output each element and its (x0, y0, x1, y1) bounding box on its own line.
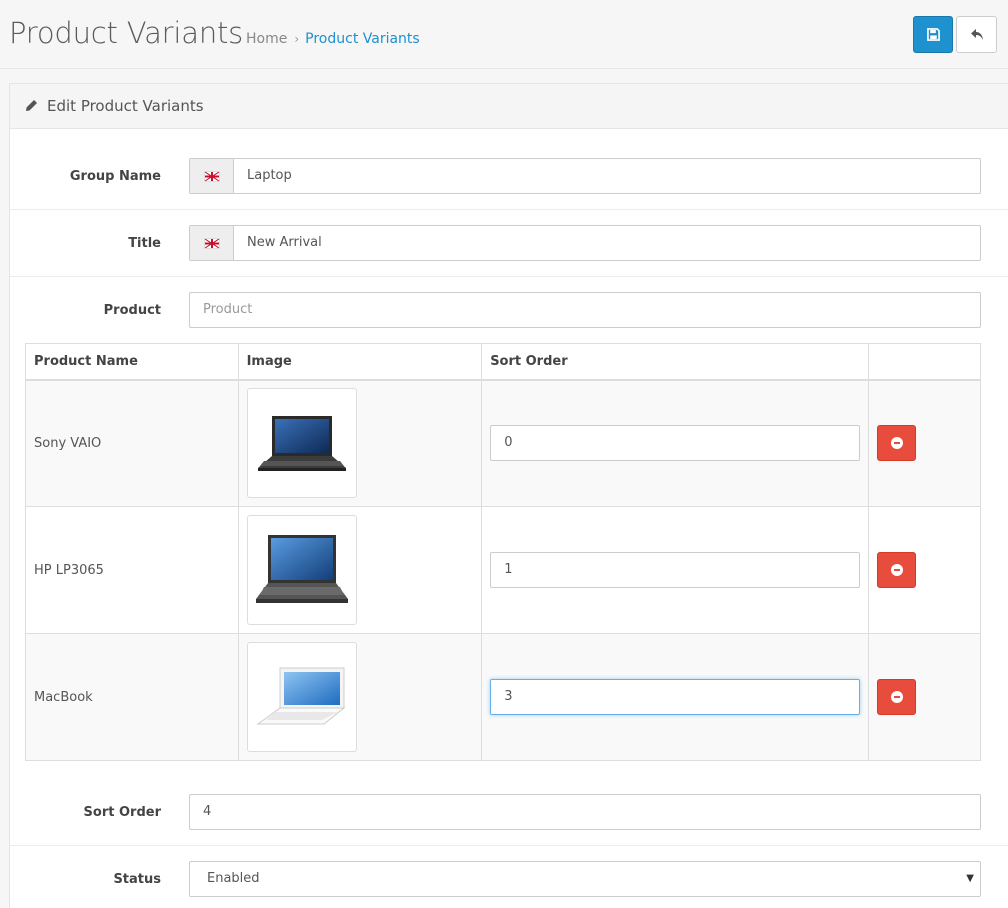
sort-order-label: Sort Order (83, 805, 161, 820)
product-row: Product Product (10, 278, 1008, 338)
panel-title: Edit Product Variants (47, 97, 204, 115)
black-laptop-image (257, 416, 346, 472)
pencil-icon (26, 100, 37, 111)
breadcrumb: Home › Product Variants (246, 31, 420, 47)
status-select[interactable]: Enabled ▼ (189, 861, 981, 897)
language-addon (190, 226, 234, 260)
title-label: Title (128, 236, 161, 251)
minus-circle-icon (890, 691, 903, 703)
table-row: HP LP3065 1 (25, 506, 981, 634)
caret-down-icon: ▼ (966, 873, 974, 884)
breadcrumb-home[interactable]: Home (246, 31, 287, 47)
sort-order-input[interactable]: 1 (490, 552, 861, 588)
white-laptop-image (256, 667, 345, 725)
title-row: Title New Arrival (10, 211, 1008, 277)
sort-order-row: Sort Order 4 (10, 762, 1008, 846)
product-autocomplete-input[interactable]: Product (189, 292, 981, 328)
page-title: Product Variants (9, 16, 244, 50)
save-button[interactable] (913, 16, 953, 53)
group-name-row: Group Name Laptop (10, 129, 1008, 210)
sort-order-input[interactable]: 0 (490, 425, 861, 462)
title-input[interactable]: New Arrival (234, 226, 322, 260)
minus-circle-icon (890, 437, 903, 450)
breadcrumb-product-variants[interactable]: Product Variants (305, 31, 420, 47)
status-row: Status Enabled ▼ (10, 847, 1008, 908)
product-name-cell: Sony VAIO (25, 379, 239, 507)
product-name-cell: HP LP3065 (25, 506, 239, 634)
product-thumbnail[interactable] (246, 388, 357, 499)
edit-panel: Edit Product Variants Group Name Laptop … (9, 83, 1008, 908)
product-name-cell: MacBook (25, 633, 239, 761)
status-label: Status (113, 872, 161, 887)
title-input-group: New Arrival (189, 225, 981, 261)
floppy-disk-icon (926, 28, 940, 41)
grey-laptop-image (255, 535, 348, 603)
group-name-input[interactable]: Laptop (234, 159, 292, 193)
table-header-row: Product Name Image Sort Order (25, 343, 981, 381)
back-button[interactable] (956, 16, 997, 53)
language-addon (190, 159, 234, 193)
status-selected-value: Enabled (207, 871, 260, 886)
remove-variant-button[interactable] (877, 679, 917, 715)
sort-order-input[interactable]: 3 (490, 679, 861, 715)
column-actions (868, 343, 981, 381)
minus-circle-icon (890, 564, 903, 576)
uk-flag-icon (203, 170, 220, 182)
reply-arrow-icon (970, 29, 983, 40)
panel-heading: Edit Product Variants (10, 84, 1008, 129)
variants-table: Product Name Image Sort Order Sony VAIO (25, 343, 981, 761)
remove-variant-button[interactable] (877, 425, 917, 462)
group-name-label: Group Name (69, 169, 161, 184)
column-product-name: Product Name (25, 343, 239, 381)
table-row: Sony VAIO 0 (25, 379, 981, 507)
breadcrumb-separator-icon: › (294, 32, 300, 46)
product-thumbnail[interactable] (246, 642, 357, 752)
product-thumbnail[interactable] (246, 515, 357, 625)
column-sort-order: Sort Order (481, 343, 870, 381)
table-row: MacBook 3 (25, 633, 981, 761)
page-header: Product Variants Home › Product Variants (0, 0, 1008, 69)
sort-order-field[interactable]: 4 (189, 794, 981, 830)
remove-variant-button[interactable] (877, 552, 917, 588)
column-image: Image (237, 343, 483, 381)
group-name-input-group: Laptop (189, 158, 981, 194)
uk-flag-icon (203, 237, 220, 249)
product-label: Product (103, 303, 161, 318)
